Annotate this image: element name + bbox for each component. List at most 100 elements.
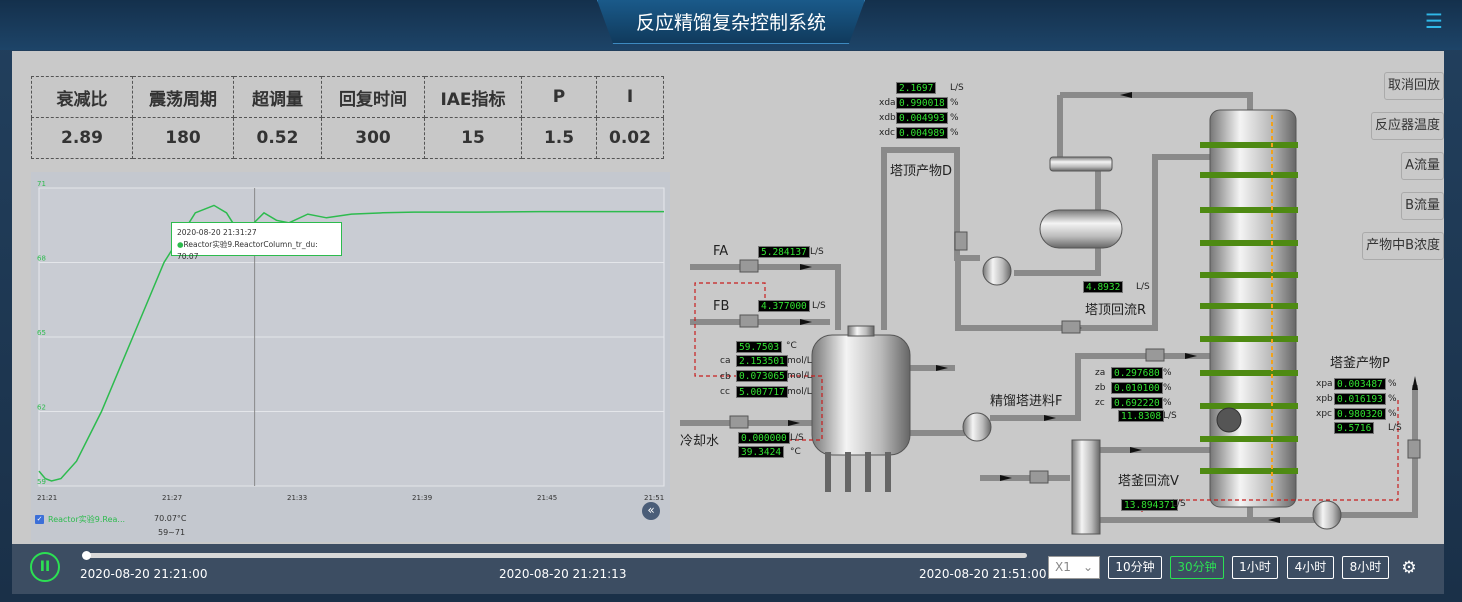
metric-value: 15 [424, 117, 522, 159]
playback-bar [12, 544, 1444, 594]
chart-legend[interactable]: ✓ Reactor实验9.Rea... [35, 514, 125, 525]
unit-label: % [1163, 368, 1172, 378]
tooltip-time: 2020-08-20 21:31:27 [177, 228, 257, 237]
metric-header: 超调量 [233, 76, 322, 118]
y-tick-label: 59 [37, 478, 46, 486]
tag-xdb: xdb [879, 113, 896, 123]
cc-value: 5.007717 [736, 386, 788, 398]
tag-xda: xda [879, 98, 896, 108]
reactor-temp-value: 59.7503 [736, 341, 783, 353]
y-tick-label: 62 [37, 404, 46, 412]
cancel-playback-button[interactable]: 取消回放 [1383, 72, 1444, 100]
label-reboil: 塔釜回流V [1118, 474, 1179, 489]
unit-label: L/S [1388, 423, 1402, 433]
tag-cc: cc [720, 387, 730, 397]
reactor-temp-button[interactable]: 反应器温度 [1370, 112, 1444, 140]
metric-header: P [521, 76, 597, 118]
unit-label: % [1163, 383, 1172, 393]
zb-value: 0.010100 [1111, 382, 1163, 394]
x-tick-label: 21:39 [412, 494, 432, 502]
unit-label: L/S [1136, 282, 1150, 292]
legend-label: Reactor实验9.Rea... [48, 515, 126, 524]
metric-value: 300 [321, 117, 425, 159]
xdc-value: 0.004989 [896, 127, 948, 139]
tag-xpc: xpc [1316, 409, 1332, 419]
range-30min-button[interactable]: 30分钟 [1170, 556, 1224, 579]
metric-value: 2.89 [31, 117, 133, 159]
metric-header: 回复时间 [321, 76, 425, 118]
pause-icon[interactable]: II [30, 552, 60, 582]
label-cooling-water: 冷却水 [680, 434, 720, 449]
tag-zc: zc [1095, 398, 1105, 408]
a-flow-button[interactable]: A流量 [1401, 152, 1444, 180]
xpa-value: 0.003487 [1334, 378, 1386, 390]
unit-label: L/S [950, 83, 964, 93]
za-value: 0.297680 [1111, 367, 1163, 379]
b-flow-button[interactable]: B流量 [1401, 192, 1444, 220]
legend-value: 70.07°C [154, 514, 187, 523]
label-reflux: 塔顶回流R [1085, 303, 1147, 318]
y-tick-label: 65 [37, 329, 46, 337]
menu-icon[interactable]: ☰ [1422, 10, 1446, 32]
tag-xpa: xpa [1316, 379, 1333, 389]
chart-canvas: 59 62 65 68 71 21:21 21:27 21:33 21:39 21:45 21:51 [37, 180, 665, 502]
metric-header: 衰减比 [31, 76, 133, 118]
unit-label: % [1388, 379, 1397, 389]
range-1h-button[interactable]: 1小时 [1232, 556, 1278, 579]
legend-range: 59~71 [158, 528, 186, 537]
range-4h-button[interactable]: 4小时 [1287, 556, 1334, 579]
metric-value: 0.02 [596, 117, 664, 159]
tag-xdc: xdc [879, 128, 895, 138]
xda-value: 0.990018 [896, 97, 948, 109]
trend-chart[interactable]: 59 62 65 68 71 21:21 21:27 21:33 21:39 21:45 21:51… [31, 172, 670, 542]
zc-value: 0.692220 [1111, 397, 1163, 409]
chart-tooltip: 2020-08-20 21:31:27 ●Reactor实验9.ReactorC… [171, 222, 342, 261]
slider-handle[interactable] [82, 551, 91, 560]
xpc-value: 0.980320 [1334, 408, 1386, 420]
cooling-temp-value: 39.3424 [738, 446, 785, 458]
label-top-product: 塔顶产物D [890, 164, 953, 179]
unit-label: °C [790, 447, 801, 457]
x-tick-label: 21:45 [537, 494, 557, 502]
unit-label: L/S [1172, 499, 1186, 509]
metric-header: 震荡周期 [132, 76, 234, 118]
collapse-left-button[interactable]: « [642, 502, 660, 520]
start-time: 2020-08-20 21:21:00 [80, 567, 208, 581]
metric-value: 0.52 [233, 117, 322, 159]
checkbox-checked-icon[interactable]: ✓ [35, 515, 44, 524]
unit-label: % [950, 128, 959, 138]
reflux-flow-value: 4.8932 [1083, 281, 1124, 293]
unit-label: % [950, 113, 959, 123]
x-tick-label: 21:33 [287, 494, 307, 502]
tooltip-label: Reactor实验9.ReactorColumn_tr_du: 70.07 [177, 240, 318, 261]
range-10min-button[interactable]: 10分钟 [1108, 556, 1162, 579]
fa-flow-value: 5.284137 [758, 246, 810, 258]
gear-icon[interactable]: ⚙ [1399, 558, 1419, 578]
metrics-table: 衰减比 震荡周期 超调量 回复时间 IAE指标 P I 2.89 180 0.5… [31, 76, 664, 159]
tag-zb: zb [1095, 383, 1106, 393]
x-tick-label: 21:27 [162, 494, 182, 502]
unit-label: L/S [1163, 411, 1177, 421]
unit-label: L/S [790, 433, 804, 443]
x-tick-label: 21:21 [37, 494, 57, 502]
playback-slider[interactable] [83, 553, 1027, 558]
unit-label: mol/L [787, 371, 812, 381]
x-tick-label: 21:51 [644, 494, 664, 502]
label-bottom-product: 塔釜产物P [1330, 356, 1390, 371]
label-fb: FB [713, 299, 730, 314]
product-b-conc-button[interactable]: 产物中B浓度 [1362, 232, 1444, 260]
tag-ca: ca [720, 356, 731, 366]
reboil-flow-value: 13.894371 [1121, 499, 1179, 511]
unit-label: % [950, 98, 959, 108]
unit-label: % [1388, 394, 1397, 404]
range-8h-button[interactable]: 8小时 [1342, 556, 1389, 579]
tag-cb: cb [720, 372, 731, 382]
xdb-value: 0.004993 [896, 112, 948, 124]
chevron-down-icon: ⌄ [1082, 560, 1093, 574]
unit-label: % [1388, 409, 1397, 419]
app-frame: 反应精馏复杂控制系统 ☰ 衰减比 震荡周期 超调量 回复时间 IAE指标 P I… [0, 0, 1462, 602]
cb-value: 0.073065 [736, 370, 788, 382]
speed-select[interactable]: X1 ⌄ [1048, 556, 1100, 579]
y-tick-label: 68 [37, 255, 46, 263]
unit-label: mol/L [787, 356, 812, 366]
